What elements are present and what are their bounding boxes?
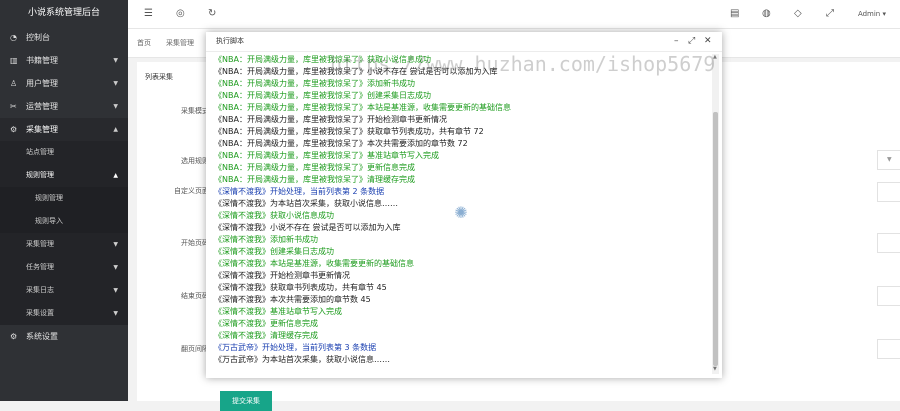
sidebar-item-label: 控制台 [26,33,50,42]
log-line: 《深情不渡我》小说不存在 尝试是否可以添加为入库 [214,223,401,232]
label-custom: 自定义页面 [174,187,209,195]
chevron-down-icon: ▼ [887,156,892,163]
globe-icon[interactable]: ◎ [176,0,185,28]
log-line: 《深情不渡我》本次共需要添加的章节数 45 [214,295,371,304]
custom-page-input[interactable] [877,182,900,202]
label-start: 开始页码 [181,239,209,247]
log-line: 《NBA：开局满级力量，库里被我惊呆了》本次共需要添加的章节数 72 [214,139,468,148]
sidebar-subitem-label: 采集管理 [26,240,54,248]
sidebar-item-books[interactable]: ▥ 书籍管理 ▼ [0,49,128,72]
chevron-down-icon: ▼ [113,103,118,110]
gear-icon: ⚙ [10,332,18,341]
modal-title: 执行脚本 [216,37,244,45]
topbar: ☰ ◎ ↻ ▤ ◍ ◇ ⤢ Admin ▾ [128,0,900,29]
sidebar-item-operations[interactable]: ✂ 运营管理 ▼ [0,95,128,118]
sidebar-item-users[interactable]: ♙ 用户管理 ▼ [0,72,128,95]
log-line: 《万古武帝》开始处理，当前列表第 3 条数据 [214,343,377,352]
sidebar-subitem-site[interactable]: 站点管理 [0,141,128,164]
chevron-down-icon: ▼ [113,264,118,271]
sidebar-subitem-settings[interactable]: 采集设置 ▼ [0,302,128,325]
label-mode: 采集模式 [181,107,209,115]
modal-header: 执行脚本 – ⤢ ✕ [206,32,722,52]
menu-toggle-icon[interactable]: ☰ [144,0,153,28]
log-scrollbar[interactable]: ▲ ▼ [712,54,719,374]
log-line: 《NBA：开局满级力量，库里被我惊呆了》创建采集日志成功 [214,91,431,100]
sidebar-item-collect[interactable]: ⚙ 采集管理 ▲ [0,118,128,141]
log-line: 《深情不渡我》清理缓存完成 [214,331,318,340]
book-icon: ▥ [10,56,18,65]
log-line: 《万古武帝》为本站首次采集，获取小说信息…… [214,355,390,364]
sidebar-subitem-rule-manage[interactable]: 规则管理 [0,187,128,210]
sidebar-subitem-label: 采集日志 [26,286,54,294]
sidebar-item-label: 用户管理 [26,79,58,88]
user-menu[interactable]: Admin ▾ [858,0,886,28]
log-line: 《深情不渡我》创建采集日志成功 [214,247,334,256]
sidebar-subitem-collect[interactable]: 采集管理 ▼ [0,233,128,256]
log-line: 《深情不渡我》获取章书列表成功，共有章节 45 [214,283,387,292]
chevron-down-icon: ▼ [113,241,118,248]
log-line: 《深情不渡我》开始检测章书更新情况 [214,271,350,280]
sidebar-item-label: 书籍管理 [26,56,58,65]
chevron-down-icon: ▼ [113,287,118,294]
label-rule: 选用规则 [181,157,209,165]
sidebar-subitem-label: 采集设置 [26,309,54,317]
chevron-down-icon: ▼ [113,57,118,64]
minimize-icon[interactable]: – [674,32,679,51]
document-icon[interactable]: ▤ [730,0,739,28]
palette-icon[interactable]: ◍ [762,0,771,28]
start-page-input[interactable] [877,233,900,253]
sidebar-subitem-rule-import[interactable]: 规则导入 [0,210,128,233]
sidebar-item-dashboard[interactable]: ◔ 控制台 [0,26,128,49]
user-icon: ♙ [10,79,18,88]
log-line: 《NBA：开局满级力量，库里被我惊呆了》更新信息完成 [214,163,415,172]
chevron-up-icon: ▲ [113,126,118,133]
interval-input[interactable] [877,339,900,359]
log-line: 《深情不渡我》添加新书成功 [214,235,318,244]
log-line: 《NBA：开局满级力量，库里被我惊呆了》基准站章节写入完成 [214,151,439,160]
log-line: 《NBA：开局满级力量，库里被我惊呆了》获取章节列表成功，共有章节 72 [214,127,484,136]
submit-collect-button[interactable]: 提交采集 [220,391,272,411]
sidebar-item-label: 运营管理 [26,102,58,111]
watermark: https://www.huzhan.com/ishop5679 [330,52,716,76]
sidebar-subitem-tasks[interactable]: 任务管理 ▼ [0,256,128,279]
fullscreen-icon[interactable]: ⤢ [826,0,834,28]
dashboard-icon: ◔ [10,33,17,42]
end-page-input[interactable] [877,286,900,306]
refresh-icon[interactable]: ↻ [208,0,216,28]
sidebar-item-system[interactable]: ⚙ 系统设置 [0,325,128,348]
log-line: 《NBA：开局满级力量，库里被我惊呆了》开始检测章书更新情况 [214,115,447,124]
tab-collect[interactable]: 采集管理 [166,29,194,57]
maximize-icon[interactable]: ⤢ [688,32,695,51]
sidebar: 小说系统管理后台 ◔ 控制台 ▥ 书籍管理 ▼ ♙ 用户管理 ▼ ✂ 运营管理 … [0,0,128,401]
log-line: 《深情不渡我》开始处理，当前列表第 2 条数据 [214,187,385,196]
log-line: 《深情不渡我》更新信息完成 [214,319,318,328]
sidebar-subitem-label: 任务管理 [26,263,54,271]
tag-icon[interactable]: ◇ [794,0,802,28]
chevron-down-icon: ▼ [113,80,118,87]
sidebar-subitem-label: 规则管理 [26,171,54,179]
log-line: 《NBA：开局满级力量，库里被我惊呆了》添加新书成功 [214,79,415,88]
script-modal: 执行脚本 – ⤢ ✕ 《NBA：开局满级力量，库里被我惊呆了》获取小说信息成功《… [206,32,722,378]
log-line: 《深情不渡我》基准站章节写入完成 [214,307,342,316]
scroll-down-icon[interactable]: ▼ [713,366,717,372]
app-title: 小说系统管理后台 [27,8,100,18]
loading-spinner-icon: ✺ [454,203,468,222]
log-line: 《深情不渡我》本站是基准源，收集需要更新的基础信息 [214,259,414,268]
operations-icon: ✂ [10,102,17,111]
sidebar-item-label: 系统设置 [26,332,58,341]
sidebar-item-label: 采集管理 [26,125,58,134]
chevron-down-icon: ▼ [113,310,118,317]
sidebar-subitem-rules[interactable]: 规则管理 ▲ [0,164,128,187]
label-interval: 翻页间隔 [181,345,209,353]
tab-list-collect[interactable]: 列表采集 [145,72,173,82]
gear-icon: ⚙ [10,125,18,134]
scroll-thumb[interactable] [713,112,718,366]
sidebar-subitem-logs[interactable]: 采集日志 ▼ [0,279,128,302]
close-icon[interactable]: ✕ [704,32,712,51]
label-end: 结束页码 [181,292,209,300]
log-line: 《NBA：开局满级力量，库里被我惊呆了》本站是基准源，收集需要更新的基础信息 [214,103,511,112]
tab-home[interactable]: 首页 [137,29,151,57]
chevron-up-icon: ▲ [113,172,118,179]
log-line: 《NBA：开局满级力量，库里被我惊呆了》清理缓存完成 [214,175,415,184]
